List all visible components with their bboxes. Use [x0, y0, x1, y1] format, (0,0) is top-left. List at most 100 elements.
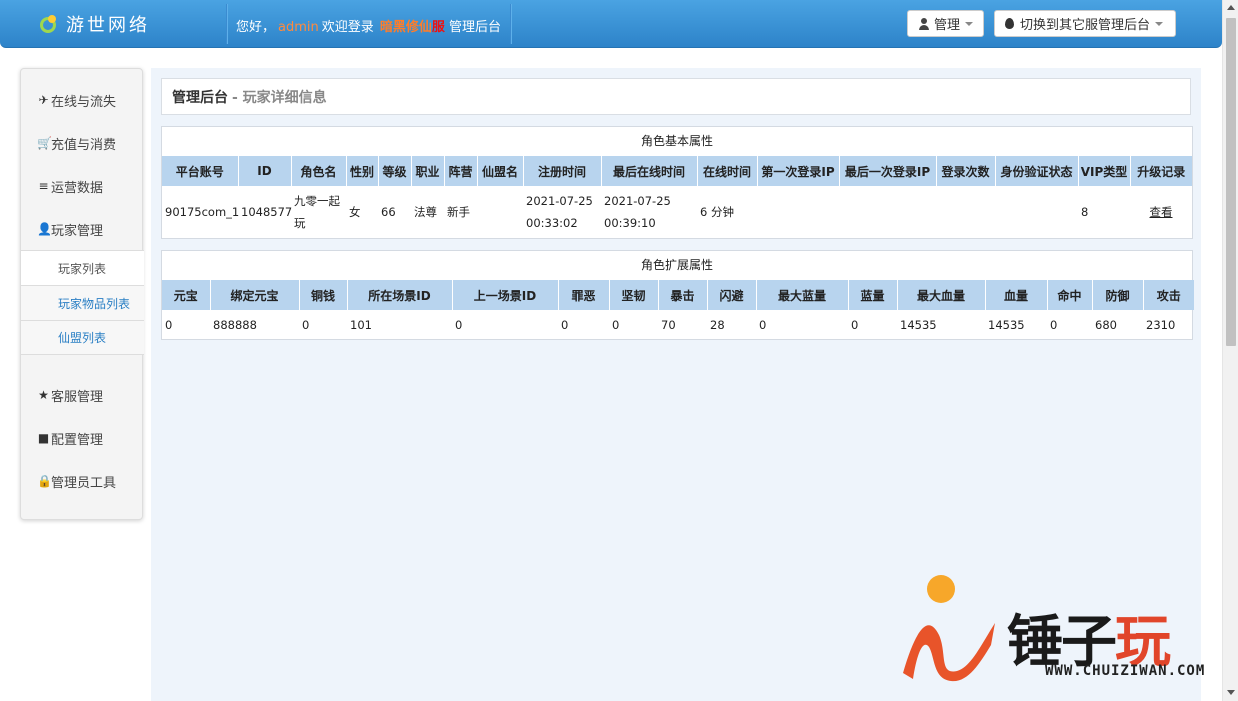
basic-attributes-panel: 角色基本属性 平台账号 ID 角色名 性别 等级 职业 阵营 仙盟名 注册时间 …: [161, 126, 1193, 239]
sidebar-item-support[interactable]: ★ 客服管理: [21, 382, 142, 408]
book-icon: ■: [37, 431, 50, 445]
column-header: 铜钱: [299, 280, 348, 310]
sidebar-item-recharge[interactable]: 🛒 充值与消费: [21, 130, 142, 156]
logo-icon: [38, 13, 60, 35]
table-row: 0 888888 0 101 0 0 0 70 28 0 0 14535 145…: [162, 310, 1194, 339]
header-divider: [226, 4, 227, 44]
watermark-dot: [927, 575, 955, 603]
sidebar-item-players[interactable]: 👤 玩家管理: [21, 216, 142, 242]
column-header: 身份验证状态: [995, 156, 1079, 186]
watermark-url: WWW.CHUIZIWAN.COM: [1045, 663, 1206, 679]
top-header: 游世网络 您好， admin 欢迎登录 暗黑修仙服 管理后台 管理 切换到其它服管理后…: [0, 0, 1222, 48]
column-header: 平台账号: [162, 156, 239, 186]
cart-icon: 🛒: [37, 136, 52, 150]
header-divider: [510, 4, 511, 44]
column-header: 闪避: [707, 280, 757, 310]
vertical-scrollbar[interactable]: [1222, 0, 1238, 701]
page-title-main: 管理后台: [172, 89, 228, 106]
cell-value: 0: [561, 317, 569, 332]
extended-attributes-panel: 角色扩展属性 元宝 绑定元宝 铜钱 所在场景ID 上一场景ID 罪恶 坚韧 暴击…: [161, 250, 1194, 340]
cell-gender: 女: [349, 205, 361, 219]
extended-attributes-caption: 角色扩展属性: [640, 258, 713, 272]
scroll-down-arrow-icon[interactable]: [1227, 690, 1235, 695]
sidebar-subitem-label: 仙盟列表: [58, 331, 107, 345]
sidebar-subitem-player-items[interactable]: 玩家物品列表: [21, 285, 144, 320]
scroll-up-arrow-icon[interactable]: [1227, 5, 1235, 10]
sidebar-subitem-player-list[interactable]: 玩家列表: [21, 250, 144, 285]
user-icon: 👤: [37, 222, 52, 236]
server-suffix: 服: [431, 20, 445, 35]
sidebar-item-label: 配置管理: [51, 432, 104, 448]
column-header: 坚韧: [609, 280, 659, 310]
cell-value: 0: [455, 317, 463, 332]
scroll-thumb[interactable]: [1226, 18, 1236, 346]
column-header: 在线时间: [697, 156, 758, 186]
cell-reg-time: 2021-07-25 00:33:02: [526, 194, 593, 230]
caret-down-icon: [965, 21, 973, 26]
cell-value: 0: [851, 317, 859, 332]
page-title-sub: - 玩家详细信息: [232, 89, 327, 106]
cell-value: 101: [350, 317, 372, 332]
cell-value: 0: [612, 317, 620, 332]
cell-value: 0: [302, 317, 310, 332]
column-header: 血量: [985, 280, 1048, 310]
basic-attributes-caption: 角色基本属性: [640, 134, 713, 148]
cell-value: 2310: [1146, 317, 1176, 332]
sidebar-subitem-label: 玩家物品列表: [58, 296, 131, 311]
cell-account: 90175com_1: [165, 205, 240, 219]
sidebar-item-label: 运营数据: [51, 180, 104, 196]
table-header-row: 平台账号 ID 角色名 性别 等级 职业 阵营 仙盟名 注册时间 最后在线时间 …: [162, 156, 1192, 186]
sidebar-item-operations[interactable]: ≡ 运营数据: [21, 173, 142, 199]
column-header: 第一次登录IP: [757, 156, 840, 186]
column-header: 性别: [346, 156, 379, 186]
column-header: 等级: [378, 156, 412, 186]
column-header: 暴击: [658, 280, 708, 310]
column-header: 蓝量: [848, 280, 898, 310]
cell-value: 14535: [988, 317, 1025, 332]
list-icon: ≡: [38, 179, 49, 193]
column-header: 防御: [1092, 280, 1144, 310]
page-title: 管理后台 - 玩家详细信息: [161, 78, 1191, 115]
admin-button-label: 管理: [934, 18, 961, 33]
column-header: 最大蓝量: [756, 280, 849, 310]
welcome-suffix: 管理后台: [448, 20, 501, 35]
sidebar-item-label: 玩家管理: [51, 223, 104, 239]
view-upgrade-link[interactable]: 查看: [1150, 205, 1173, 219]
cell-first-ip: [757, 186, 839, 238]
sidebar-item-admin-tools[interactable]: 🔒 管理员工具: [21, 468, 142, 494]
current-username: admin: [278, 20, 319, 35]
welcome-prefix: 您好，: [236, 20, 276, 35]
column-header: 罪恶: [558, 280, 610, 310]
sidebar-subitem-label: 玩家列表: [58, 261, 107, 276]
cell-name: 九零一起玩: [294, 194, 340, 230]
admin-dropdown-button[interactable]: 管理: [907, 10, 984, 37]
table-row: 90175com_1 1048577 九零一起玩 女 66 法尊 新手 2021…: [162, 186, 1192, 238]
cell-last-online: 2021-07-25 00:39:10: [604, 194, 671, 230]
cell-last-ip: [839, 186, 936, 238]
sidebar-item-config[interactable]: ■ 配置管理: [21, 425, 142, 451]
column-header: 职业: [411, 156, 445, 186]
cell-level: 66: [381, 205, 396, 219]
column-header: 阵营: [444, 156, 478, 186]
column-header: VIP类型: [1078, 156, 1131, 186]
cell-login-count: [936, 186, 995, 238]
server-name: 暗黑修仙: [379, 20, 432, 35]
sidebar-item-online[interactable]: ✈ 在线与流失: [21, 87, 142, 113]
lock-icon: 🔒: [37, 474, 52, 488]
column-header: 绑定元宝: [210, 280, 300, 310]
switch-button-label: 切换到其它服管理后台: [1020, 18, 1151, 33]
cell-id: 1048577: [241, 205, 293, 219]
sidebar-item-label: 在线与流失: [51, 94, 117, 110]
user-icon: [918, 17, 930, 30]
watermark-swoosh-icon: [903, 623, 995, 682]
extended-attributes-table: 元宝 绑定元宝 铜钱 所在场景ID 上一场景ID 罪恶 坚韧 暴击 闪避 最大蓝…: [162, 280, 1194, 339]
cell-value: 0: [759, 317, 767, 332]
column-header: 元宝: [162, 280, 211, 310]
brand-logo[interactable]: 游世网络: [38, 10, 150, 38]
brand-name: 游世网络: [66, 15, 150, 36]
sidebar-subitem-guild-list[interactable]: 仙盟列表: [21, 320, 144, 355]
drop-icon: [1005, 18, 1014, 29]
column-header: 最后一次登录IP: [839, 156, 937, 186]
sidebar-item-label: 客服管理: [51, 389, 104, 405]
switch-server-dropdown-button[interactable]: 切换到其它服管理后台: [994, 10, 1176, 37]
